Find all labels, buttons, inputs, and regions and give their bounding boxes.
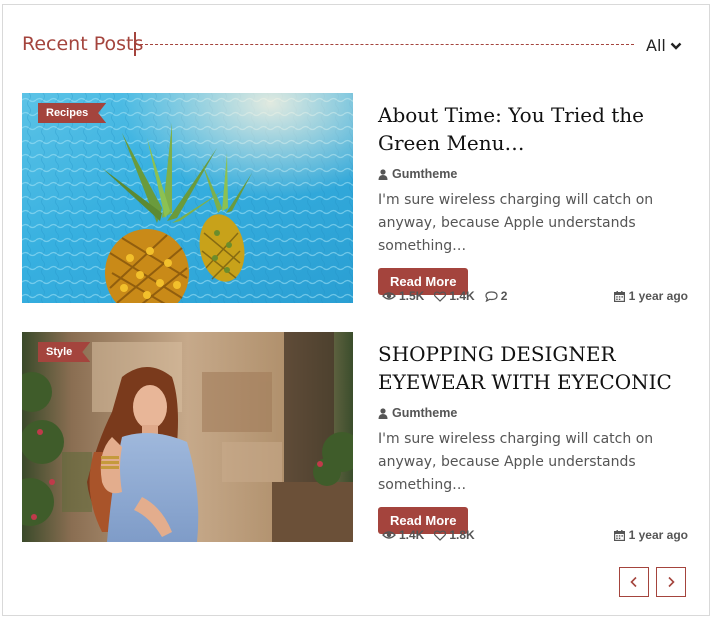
likes-count[interactable]: 1.8K bbox=[434, 528, 475, 542]
user-icon bbox=[378, 168, 388, 180]
comment-icon bbox=[485, 290, 498, 302]
date-value: 1 year ago bbox=[628, 289, 688, 303]
comments-count[interactable]: 2 bbox=[485, 289, 508, 303]
title-divider bbox=[140, 44, 634, 45]
likes-count[interactable]: 1.4K bbox=[434, 289, 475, 303]
filter-label: All bbox=[646, 36, 666, 55]
post-content: SHOPPING DESIGNER EYEWEAR WITH EYECONIC … bbox=[378, 332, 690, 542]
comments-value: 2 bbox=[500, 289, 508, 303]
category-filter-dropdown[interactable]: All bbox=[646, 36, 682, 55]
prev-page-button[interactable] bbox=[619, 567, 649, 597]
widget-title-text: Recent Posts bbox=[22, 33, 144, 55]
calendar-icon bbox=[613, 529, 625, 541]
post-title[interactable]: SHOPPING DESIGNER EYEWEAR WITH EYECONIC bbox=[378, 340, 690, 396]
post-thumbnail[interactable]: Recipes bbox=[22, 93, 353, 303]
post-date: 1 year ago bbox=[613, 289, 688, 303]
likes-value: 1.8K bbox=[449, 528, 475, 542]
user-icon bbox=[378, 407, 388, 419]
woman-blue-dress-image bbox=[22, 332, 353, 542]
post-date: 1 year ago bbox=[613, 528, 688, 542]
eye-icon bbox=[382, 531, 396, 539]
post-meta: 1.5K 1.4K 2 1 year ago bbox=[382, 289, 688, 303]
chevron-right-icon bbox=[668, 576, 675, 588]
category-tag[interactable]: Recipes bbox=[38, 103, 106, 123]
title-accent-bar bbox=[134, 32, 136, 56]
post-excerpt: I'm sure wireless charging will catch on… bbox=[378, 192, 654, 254]
widget-title: Recent Posts bbox=[22, 32, 143, 56]
views-count: 1.4K bbox=[382, 528, 424, 542]
views-value: 1.5K bbox=[399, 289, 425, 303]
post-title[interactable]: About Time: You Tried the Green Menu… bbox=[378, 101, 690, 157]
heart-icon bbox=[434, 290, 447, 302]
chevron-down-icon bbox=[670, 42, 682, 50]
post-excerpt: I'm sure wireless charging will catch on… bbox=[378, 431, 654, 493]
pineapple-pool-image bbox=[22, 93, 353, 303]
post-author[interactable]: Gumtheme bbox=[378, 167, 690, 181]
post-card: Recipes About Time: You Tried the Green … bbox=[22, 93, 690, 304]
eye-icon bbox=[382, 292, 396, 300]
next-page-button[interactable] bbox=[656, 567, 686, 597]
views-value: 1.4K bbox=[399, 528, 425, 542]
heart-icon bbox=[434, 529, 447, 541]
calendar-icon bbox=[613, 290, 625, 302]
post-card: Style SHOPPING DESIGNER EYEWEAR WITH EYE… bbox=[22, 332, 690, 543]
date-value: 1 year ago bbox=[628, 528, 688, 542]
likes-value: 1.4K bbox=[449, 289, 475, 303]
post-content: About Time: You Tried the Green Menu… Gu… bbox=[378, 93, 690, 303]
views-count: 1.5K bbox=[382, 289, 424, 303]
post-meta: 1.4K 1.8K 1 year ago bbox=[382, 528, 688, 542]
post-author[interactable]: Gumtheme bbox=[378, 406, 690, 420]
chevron-left-icon bbox=[630, 576, 637, 588]
author-name: Gumtheme bbox=[392, 167, 458, 181]
post-thumbnail[interactable]: Style bbox=[22, 332, 353, 542]
author-name: Gumtheme bbox=[392, 406, 458, 420]
